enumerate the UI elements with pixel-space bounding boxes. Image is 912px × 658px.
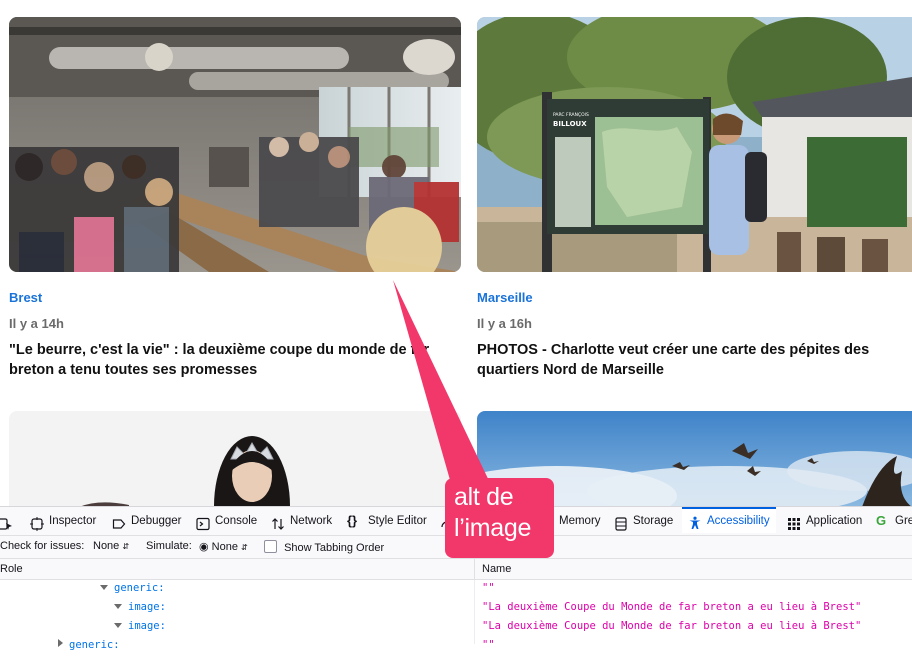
tab-application[interactable]: Application: [787, 507, 862, 535]
tree-role: generic:: [100, 582, 165, 594]
sign-title: BILLOUX: [553, 120, 587, 128]
tree-row[interactable]: image: "La deuxième Coupe du Monde de fa…: [0, 620, 912, 639]
annotation-line: alt de: [454, 483, 514, 511]
pick-element-icon: [0, 514, 14, 530]
tabbing-order-label: Show Tabbing Order: [284, 542, 385, 554]
accessibility-tree: generic: "" image: "La deuxième Coupe du…: [0, 580, 912, 651]
inspector-icon: [30, 514, 44, 531]
article-image-brest[interactable]: [9, 17, 461, 272]
tab-accessibility[interactable]: Accessibility: [682, 507, 776, 533]
column-name[interactable]: Name: [482, 563, 511, 575]
tree-role: image:: [114, 601, 166, 613]
article-time-brest: Il y a 14h: [9, 316, 64, 331]
updown-icon: ⇵: [122, 542, 130, 551]
tab-label: Network: [290, 515, 333, 527]
article-city-brest[interactable]: Brest: [9, 290, 42, 305]
simulate-value: None: [211, 541, 238, 553]
column-divider[interactable]: [474, 559, 475, 579]
check-issues-value: None: [93, 540, 120, 552]
tab-inspector[interactable]: Inspector: [30, 507, 96, 535]
tabbing-order-checkbox[interactable]: [264, 540, 277, 553]
network-icon: [271, 514, 285, 530]
expand-arrow-icon[interactable]: [100, 585, 108, 590]
tab-debugger[interactable]: Debugger: [112, 507, 182, 535]
tree-name: "": [482, 639, 495, 651]
tab-memory[interactable]: Memory: [559, 507, 601, 535]
role-text: image:: [128, 620, 166, 632]
tree-name: "": [482, 582, 495, 594]
debugger-icon: [112, 514, 126, 529]
tree-row[interactable]: image: "La deuxième Coupe du Monde de fa…: [0, 601, 912, 620]
tree-row[interactable]: generic: "": [0, 582, 912, 601]
sign-subtitle: PARC FRANÇOIS: [553, 113, 589, 118]
tree-role: image:: [114, 620, 166, 632]
tree-role: generic:: [58, 639, 120, 651]
simulate-select[interactable]: ◉ None ⇵: [199, 540, 248, 553]
tree-name: "La deuxième Coupe du Monde de far breto…: [482, 601, 862, 613]
simulate-label: Simulate:: [146, 540, 192, 552]
tab-console[interactable]: Console: [196, 507, 257, 535]
updown-icon: ⇵: [241, 543, 248, 552]
check-issues-label: Check for issues:: [0, 540, 85, 552]
role-text: generic:: [69, 639, 120, 651]
role-text: generic:: [114, 582, 165, 594]
tab-storage[interactable]: Storage: [614, 507, 673, 535]
tree-row[interactable]: generic: "": [0, 639, 912, 658]
tab-label: Gre: [895, 515, 912, 527]
expand-arrow-icon[interactable]: [114, 623, 122, 628]
tab-style-editor[interactable]: {} Style Editor: [347, 507, 427, 535]
eye-icon: ◉: [199, 541, 209, 553]
console-icon: [196, 514, 210, 531]
tab-label: Application: [806, 515, 863, 527]
tree-name: "La deuxième Coupe du Monde de far breto…: [482, 620, 862, 632]
expand-arrow-icon[interactable]: [114, 604, 122, 609]
tab-label: Accessibility: [707, 515, 770, 527]
tab-label: Storage: [633, 515, 674, 527]
check-issues-select[interactable]: None ⇵: [93, 540, 129, 552]
tab-network[interactable]: Network: [271, 507, 332, 535]
pick-element-button[interactable]: [0, 507, 14, 535]
role-text: image:: [128, 601, 166, 613]
headline-line: quartiers Nord de Marseille: [477, 362, 664, 378]
annotation-line: l’image: [454, 514, 532, 542]
tab-label: Debugger: [131, 515, 182, 527]
column-role[interactable]: Role: [0, 563, 23, 575]
tab-greasemonkey[interactable]: G Gre: [876, 507, 912, 535]
tab-label: Console: [215, 515, 258, 527]
tab-label: Inspector: [49, 515, 97, 527]
article-image-marseille[interactable]: [477, 17, 912, 272]
headline-line: PHOTOS - Charlotte veut créer une carte …: [477, 342, 870, 358]
collapse-arrow-icon[interactable]: [58, 639, 63, 647]
tab-label: Memory: [559, 515, 601, 527]
sign-text: PARC FRANÇOIS BILLOUX: [553, 112, 595, 128]
accessibility-icon: [688, 514, 702, 529]
tab-label: Style Editor: [368, 515, 427, 527]
show-tabbing-order-toggle[interactable]: Show Tabbing Order: [264, 540, 384, 554]
style-editor-icon: {}: [347, 513, 358, 528]
storage-icon: [614, 514, 628, 531]
application-icon: [787, 514, 801, 530]
annotation-callout: alt de l’image: [445, 478, 554, 558]
article-headline-marseille[interactable]: PHOTOS - Charlotte veut créer une carte …: [477, 340, 909, 380]
tree-column-header: Role Name: [0, 559, 912, 580]
annotation-arrow: [393, 280, 492, 487]
greasemonkey-icon: G: [876, 513, 887, 528]
